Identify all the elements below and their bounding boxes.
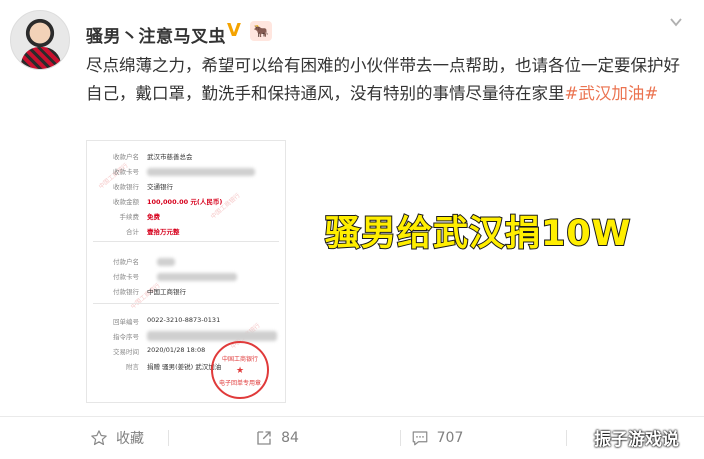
post-text: 尽点绵薄之力，希望可以给有困难的小伙伴带去一点帮助，也请各位一定要保护好自己，戴… xyxy=(86,52,686,108)
username[interactable]: 骚男丶注意马叉虫 xyxy=(86,22,226,47)
seal-top-text: 中国工商银行 xyxy=(222,355,258,363)
receipt-row: 收款户名 武汉市慈善总会 xyxy=(113,153,193,161)
receipt-row: 付款户名 xyxy=(87,256,285,268)
avatar[interactable] xyxy=(10,10,70,70)
hashtag-link[interactable]: #武汉加油# xyxy=(565,84,659,103)
receipt-row: 付款银行 中国工商银行 xyxy=(113,288,186,296)
share-icon xyxy=(255,429,273,447)
comment-icon xyxy=(411,429,429,447)
comment-button[interactable]: 707 xyxy=(320,417,554,459)
bank-seal-icon: 中国工商银行 ★ 电子回单专用章 xyxy=(211,341,269,399)
redacted-block xyxy=(147,168,255,176)
source-watermark: 振子游戏说 xyxy=(594,430,679,450)
svg-text:★: ★ xyxy=(236,366,244,376)
redacted-block xyxy=(157,258,175,266)
comment-count: 707 xyxy=(436,430,464,446)
favorite-label: 收藏 xyxy=(116,431,144,447)
receipt-row: 付款卡号 xyxy=(87,271,285,283)
member-badge-icon[interactable]: 🐂 xyxy=(250,21,272,41)
repost-count: 84 xyxy=(281,430,299,446)
seal-bottom-text: 电子回单专用章 xyxy=(219,379,261,387)
weibo-post: 骚男丶注意马叉虫 V 🐂 尽点绵薄之力，希望可以给有困难的小伙伴带去一点帮助，也… xyxy=(0,0,704,459)
star-icon xyxy=(90,429,108,447)
receipt-row: 手续费 免费 xyxy=(119,213,161,221)
receipt-row: 收款卡号 xyxy=(87,166,285,178)
receipt-row: 收款金额 100,000.00 元(人民币) xyxy=(113,198,223,206)
footer-separator xyxy=(566,430,567,446)
verified-v-icon[interactable]: V xyxy=(227,21,247,41)
receipt-row: 回单编号 0022-3210-8873-0131 xyxy=(113,316,221,326)
redacted-block xyxy=(157,273,237,281)
chevron-down-icon[interactable] xyxy=(668,14,684,30)
image-caption: 骚男给武汉捐10W xyxy=(324,213,632,255)
receipt-row: 收款银行 交通银行 xyxy=(113,183,173,191)
receipt-image[interactable]: 中国工商银行 中国工商银行 中国工商银行 中国工商银行 收款户名 武汉市慈善总会… xyxy=(86,140,286,403)
receipt-row: 合计 壹拾万元整 xyxy=(126,228,180,236)
